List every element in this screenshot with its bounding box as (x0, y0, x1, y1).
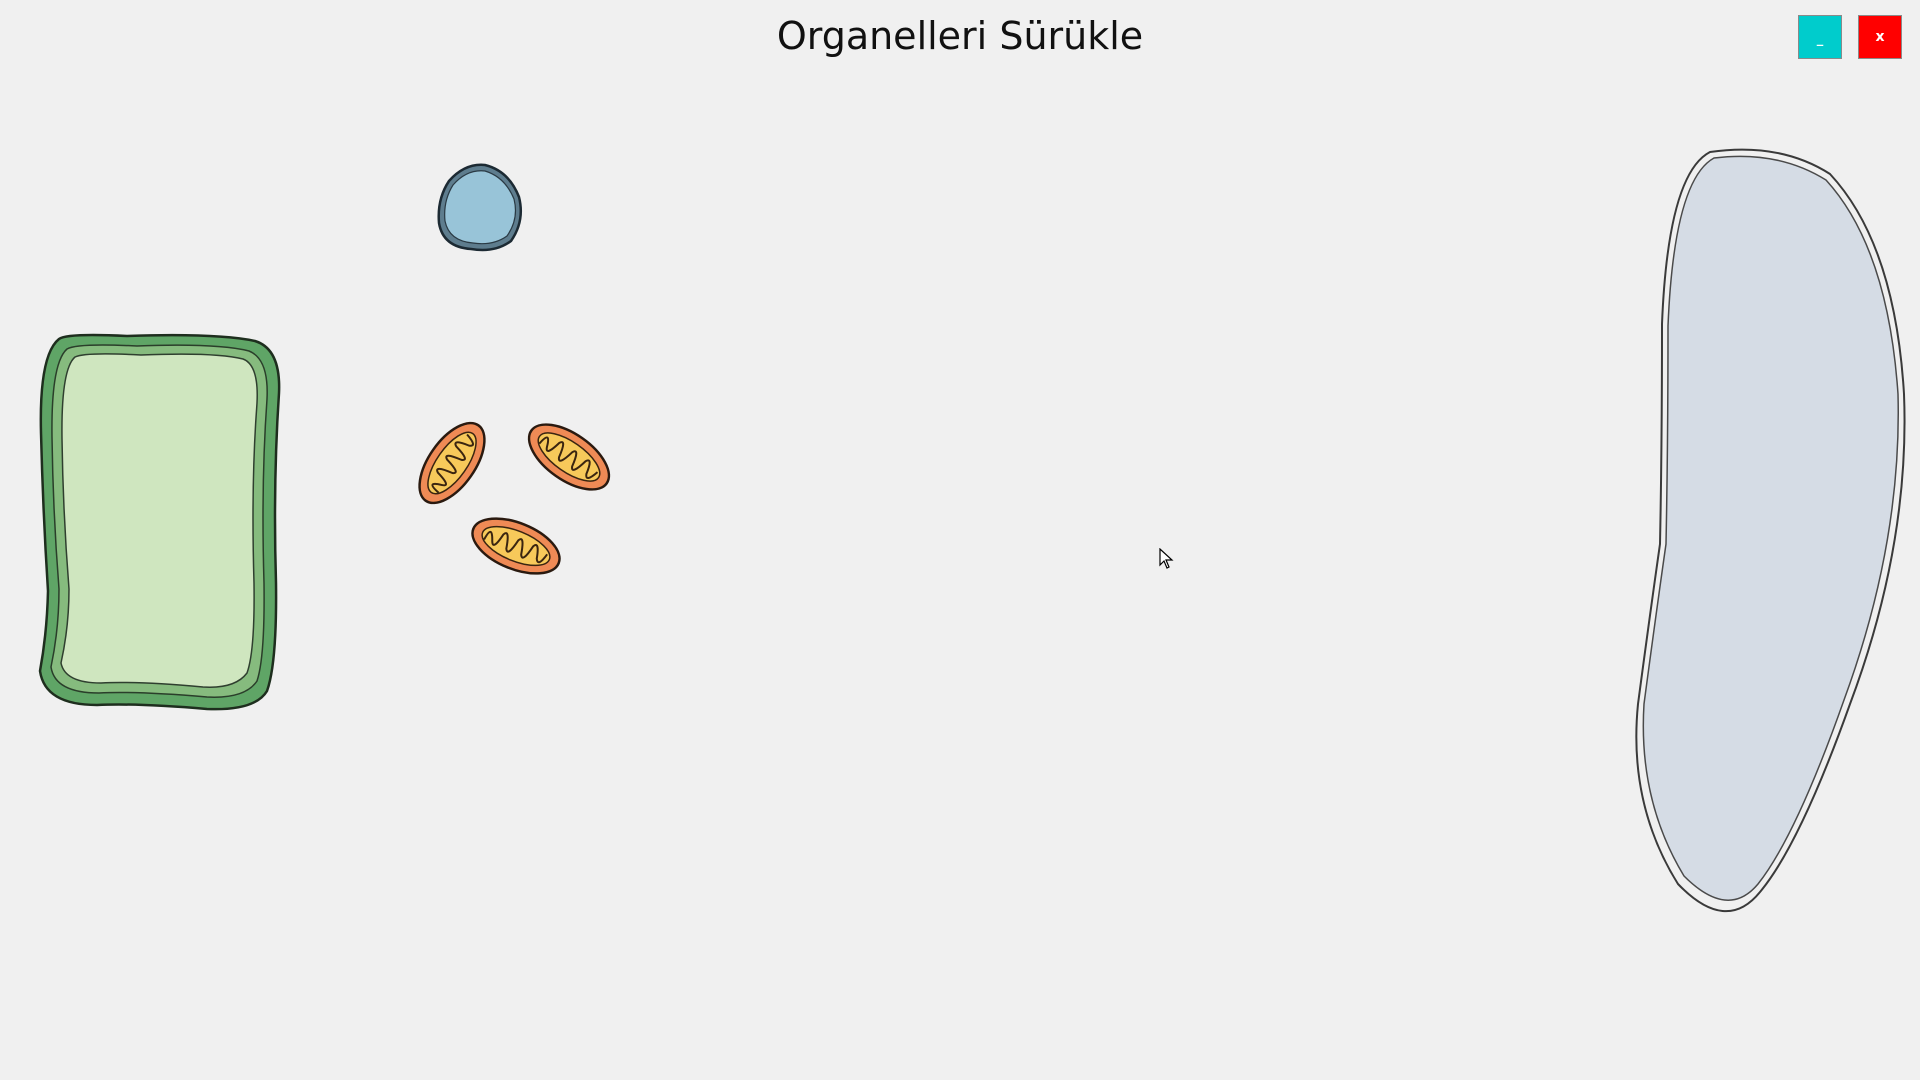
minimize-button[interactable]: _ (1798, 15, 1842, 59)
mitochondrion-icon[interactable] (519, 407, 619, 507)
window-title: Organelleri Sürükle (776, 14, 1144, 58)
nucleus-icon[interactable] (435, 161, 523, 253)
plant-cell-icon[interactable] (37, 333, 285, 713)
close-button[interactable]: x (1858, 15, 1902, 59)
mitochondrion-icon[interactable] (466, 496, 566, 596)
animal-cell-icon (1635, 148, 1906, 913)
mouse-cursor-icon (1159, 548, 1174, 569)
minimize-label: _ (1816, 31, 1824, 47)
close-label: x (1875, 29, 1885, 45)
